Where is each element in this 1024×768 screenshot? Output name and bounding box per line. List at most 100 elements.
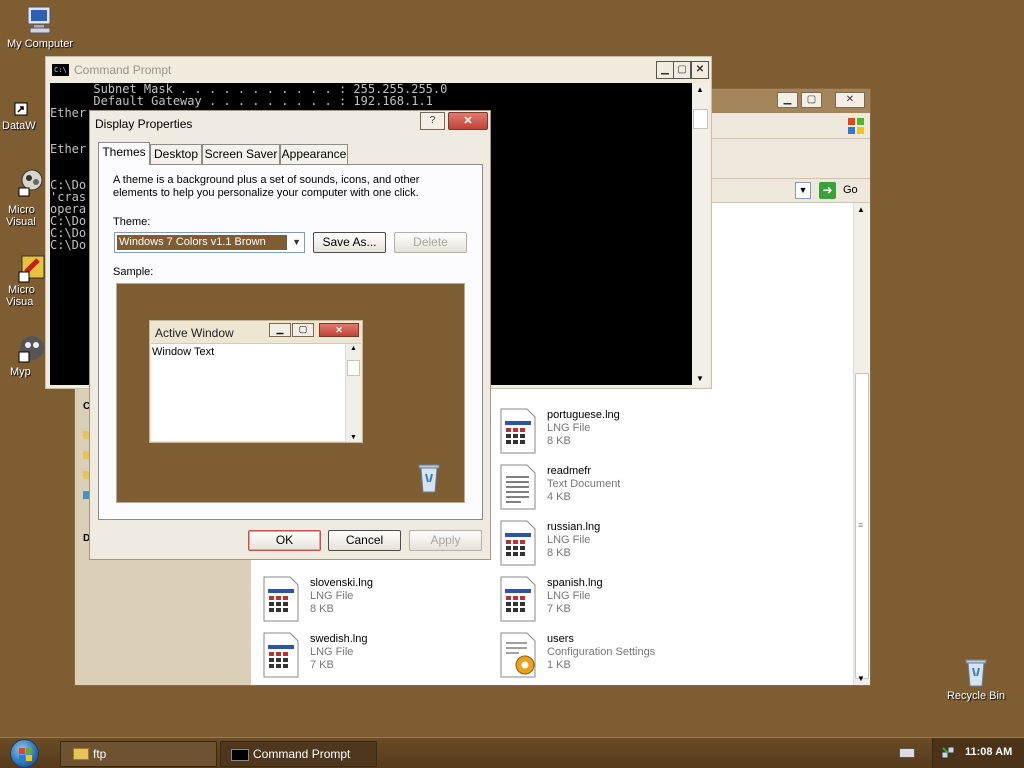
file-size: 8 KB	[310, 603, 334, 615]
network-status-icon[interactable]	[941, 746, 955, 760]
taskbar-item-ftp[interactable]: ftp	[60, 741, 217, 767]
sample-active-window: Active Window ▁ ▢ ✕ Window Text ▲ ▼	[149, 320, 363, 443]
scroll-up-arrow[interactable]: ▲	[857, 205, 865, 214]
file-item[interactable]: swedish.lng LNG File 7 KB	[262, 631, 482, 683]
close-icon: ✕	[319, 323, 359, 337]
display-properties-dialog[interactable]: Display Properties ? ✕ Themes Desktop Sc…	[89, 110, 491, 560]
file-item[interactable]: spanish.lng LNG File 7 KB	[499, 575, 719, 627]
scroll-down-arrow: ▼	[350, 434, 357, 441]
maximize-button[interactable]: ▢	[801, 92, 822, 108]
taskbar-item-label: Command Prompt	[253, 747, 351, 761]
theme-sample-preview: Active Window ▁ ▢ ✕ Window Text ▲ ▼	[116, 283, 465, 503]
folder-icon	[73, 748, 89, 760]
sample-label: Sample:	[113, 266, 154, 278]
application-icon	[16, 166, 48, 198]
file-type: Text Document	[547, 478, 621, 490]
console-line: Default Gateway . . . . . . . . . : 192.…	[50, 94, 433, 108]
sample-scrollbar: ▲ ▼	[345, 344, 361, 442]
file-name: spanish.lng	[547, 577, 603, 589]
application-icon	[16, 332, 48, 364]
delete-button[interactable]: Delete	[394, 232, 467, 253]
save-as-button[interactable]: Save As...	[313, 232, 386, 253]
close-button[interactable]: ✕	[691, 61, 709, 79]
tab-screen-saver[interactable]: Screen Saver	[202, 144, 280, 164]
clock[interactable]: 11:08 AM	[965, 746, 1012, 758]
text-document-icon	[499, 463, 537, 511]
file-name: users	[547, 633, 574, 645]
desktop-icon-label: My Computer	[6, 38, 74, 50]
ok-button[interactable]: OK	[248, 530, 321, 551]
taskbar: ftp Command Prompt 11:08 AM	[0, 737, 1024, 768]
minimize-button[interactable]: ▁	[656, 61, 674, 79]
theme-select-value: Windows 7 Colors v1.1 Brown	[117, 235, 287, 250]
file-size: 7 KB	[310, 659, 334, 671]
close-button[interactable]: ✕	[835, 92, 865, 108]
scroll-thumb[interactable]: ≡	[855, 373, 869, 679]
desktop-icon-label: Micro	[8, 204, 35, 216]
file-type: Configuration Settings	[547, 646, 656, 658]
tab-themes[interactable]: Themes	[98, 142, 150, 165]
cmd-icon	[231, 749, 249, 761]
desktop-icon-my-computer[interactable]: My Computer	[2, 4, 78, 50]
sample-window-text: Window Text	[152, 346, 215, 358]
desktop-icon-label: Micro	[8, 284, 35, 296]
file-name: russian.lng	[547, 521, 601, 533]
explorer-vertical-scrollbar[interactable]: ▲ ≡ ▼	[853, 203, 870, 685]
tab-appearance[interactable]: Appearance	[280, 144, 348, 164]
cmd-title-bar[interactable]: C:\ Command Prompt ▁ ▢ ✕	[46, 57, 711, 83]
scroll-down-arrow[interactable]: ▼	[696, 374, 704, 383]
close-button[interactable]: ✕	[448, 112, 488, 130]
file-item[interactable]: russian.lng LNG File 8 KB	[499, 519, 719, 571]
file-item[interactable]: portuguese.lng LNG File 8 KB	[499, 407, 719, 459]
lng-file-icon	[262, 575, 300, 623]
lng-file-icon	[499, 519, 537, 567]
sample-window-client: Window Text ▲ ▼	[151, 343, 361, 442]
recycle-bin-icon	[415, 462, 443, 494]
help-button[interactable]: ?	[420, 112, 445, 130]
cmd-window-icon: C:\	[52, 64, 69, 76]
chevron-down-icon: ▼	[292, 237, 301, 247]
go-arrow-icon: ➜	[819, 182, 836, 199]
file-item[interactable]: readmefr Text Document 4 KB	[499, 463, 719, 515]
minimize-button[interactable]: ▁	[777, 92, 798, 108]
file-size: 7 KB	[547, 603, 571, 615]
system-tray: 11:08 AM	[932, 738, 1024, 768]
file-item[interactable]: slovenski.lng LNG File 8 KB	[262, 575, 482, 627]
file-type: LNG File	[310, 590, 354, 602]
computer-icon	[24, 4, 56, 36]
go-button[interactable]: ➜ Go	[819, 181, 865, 200]
file-type: LNG File	[547, 590, 591, 602]
scroll-down-arrow[interactable]: ▼	[857, 674, 865, 683]
scroll-up-arrow[interactable]: ▲	[696, 85, 704, 94]
theme-select[interactable]: Windows 7 Colors v1.1 Brown ▼	[114, 232, 305, 253]
dialog-title-bar[interactable]: Display Properties ? ✕	[90, 111, 490, 135]
taskbar-item-command-prompt[interactable]: Command Prompt	[220, 741, 377, 767]
tab-desktop[interactable]: Desktop	[150, 144, 202, 164]
file-name: slovenski.lng	[310, 577, 373, 589]
application-icon	[16, 252, 48, 284]
file-size: 1 KB	[547, 659, 571, 671]
file-item[interactable]: users Configuration Settings 1 KB	[499, 631, 719, 683]
lng-file-icon	[262, 631, 300, 679]
keyboard-icon[interactable]	[899, 748, 915, 758]
scroll-thumb[interactable]	[693, 109, 708, 129]
start-button[interactable]	[6, 738, 44, 768]
address-dropdown-button[interactable]: ▼	[795, 182, 811, 199]
file-name: portuguese.lng	[547, 409, 620, 421]
taskbar-item-label: ftp	[93, 747, 107, 761]
file-size: 4 KB	[547, 491, 571, 503]
theme-label: Theme:	[113, 216, 151, 228]
apply-button[interactable]: Apply	[409, 530, 482, 551]
cancel-button[interactable]: Cancel	[328, 530, 401, 551]
cmd-vertical-scrollbar[interactable]: ▲ ▼	[692, 83, 709, 385]
shortcut-icon	[14, 102, 30, 118]
cmd-title: Command Prompt	[74, 63, 172, 77]
file-type: LNG File	[547, 534, 591, 546]
maximize-button[interactable]: ▢	[673, 61, 691, 79]
go-label: Go	[843, 184, 858, 196]
lng-file-icon	[499, 407, 537, 455]
desktop-icon-recycle-bin[interactable]: Recycle Bin	[938, 656, 1014, 702]
desktop-icon-label: Recycle Bin	[946, 690, 1006, 702]
file-type: LNG File	[310, 646, 354, 658]
minimize-icon: ▁	[269, 323, 291, 337]
